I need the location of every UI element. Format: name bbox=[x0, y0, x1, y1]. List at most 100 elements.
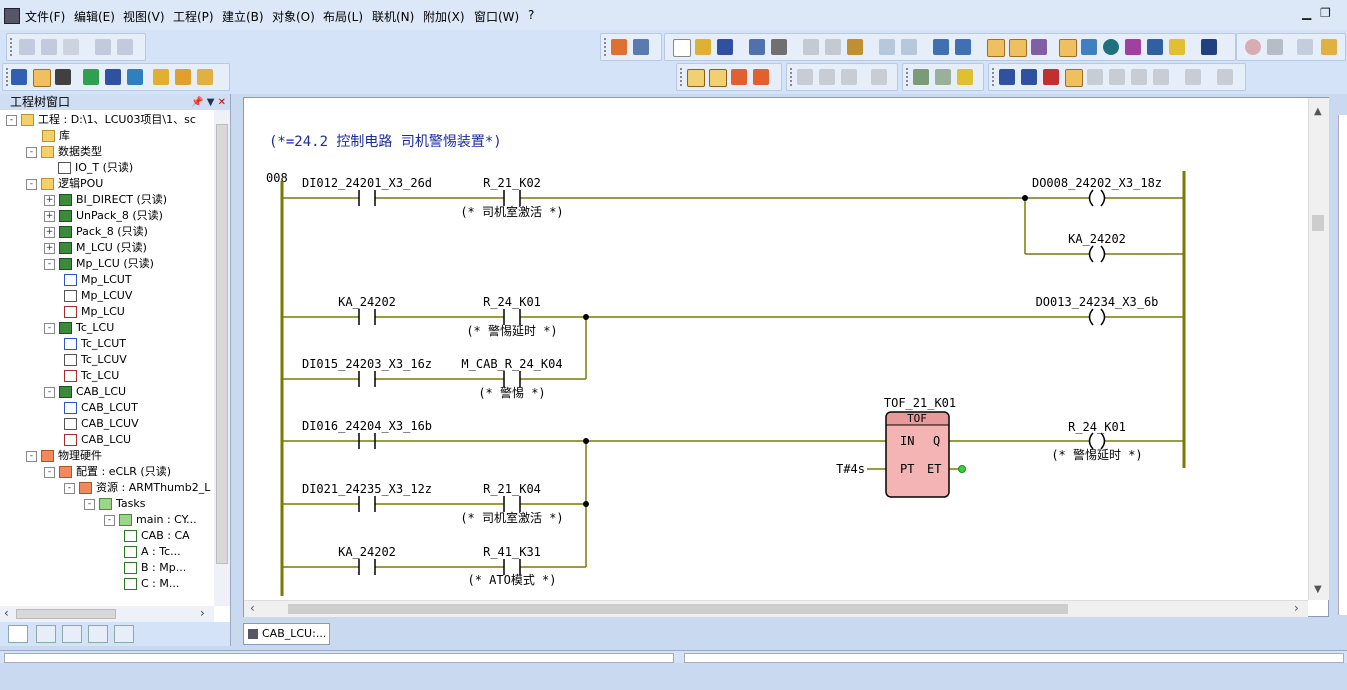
collapse-icon[interactable]: - bbox=[44, 386, 55, 398]
collapse-icon[interactable]: - bbox=[84, 498, 95, 510]
wand-icon[interactable] bbox=[1031, 39, 1047, 55]
jump-icon[interactable] bbox=[935, 69, 951, 85]
tree-item[interactable]: - 逻辑POU bbox=[26, 176, 103, 192]
undo-icon[interactable] bbox=[879, 39, 895, 55]
toolbar-grip[interactable] bbox=[604, 38, 609, 56]
tab-grid-icon[interactable] bbox=[88, 625, 108, 643]
contact-r21-k04[interactable] bbox=[503, 496, 521, 512]
breakpoint-icon[interactable] bbox=[1245, 39, 1261, 55]
expand-icon[interactable]: + bbox=[44, 226, 55, 238]
comment-icon[interactable] bbox=[913, 69, 929, 85]
step-icon[interactable] bbox=[1297, 39, 1313, 55]
coil-do013[interactable] bbox=[1088, 308, 1106, 326]
coil-r24-k01[interactable] bbox=[1088, 432, 1106, 450]
contact-icon[interactable] bbox=[999, 69, 1015, 85]
insert-up-icon[interactable] bbox=[175, 69, 191, 85]
tree-item[interactable]: - 工程 : D:\1、LCU03项目\1、sc bbox=[6, 112, 196, 128]
editor-vertical-scrollbar[interactable]: ▲ ▼ bbox=[1308, 98, 1329, 600]
scroll-left-icon[interactable]: ‹ bbox=[250, 601, 255, 615]
tree-item[interactable]: Tc_LCU bbox=[64, 368, 119, 384]
scroll-thumb[interactable] bbox=[288, 604, 1068, 614]
tree-item[interactable]: - Tasks bbox=[84, 496, 145, 512]
ladder-right-icon[interactable] bbox=[841, 69, 857, 85]
contact-neg-icon[interactable] bbox=[1021, 69, 1037, 85]
collapse-icon[interactable]: - bbox=[44, 322, 55, 334]
fb-et-output-dot[interactable] bbox=[958, 465, 966, 473]
toolbar-grip[interactable] bbox=[906, 68, 911, 86]
tree-item[interactable]: C : M... bbox=[124, 576, 179, 592]
contact-di015[interactable] bbox=[358, 371, 376, 387]
tab-io-icon[interactable] bbox=[114, 625, 134, 643]
app-icon[interactable] bbox=[4, 8, 20, 24]
insert-fb-icon[interactable] bbox=[687, 69, 705, 87]
cut-icon[interactable] bbox=[803, 39, 819, 55]
expand-icon[interactable]: + bbox=[44, 210, 55, 222]
scroll-right-icon[interactable]: › bbox=[200, 606, 205, 620]
ladder-extra-icon[interactable] bbox=[871, 69, 887, 85]
insert-down-icon[interactable] bbox=[197, 69, 213, 85]
tof-function-block[interactable]: TOF_21_K01 TOF IN Q PT ET T#4s bbox=[836, 396, 966, 498]
save-icon[interactable] bbox=[717, 39, 733, 55]
zoom-out-icon[interactable] bbox=[955, 39, 971, 55]
ladder-left-icon[interactable] bbox=[797, 69, 813, 85]
right-side-panel-strip[interactable] bbox=[1338, 115, 1347, 615]
coil-reset-icon[interactable] bbox=[1153, 69, 1169, 85]
contact-toggle-icon[interactable] bbox=[1065, 69, 1083, 87]
tree-item[interactable]: + BI_DIRECT (只读) bbox=[44, 192, 167, 208]
coil-icon[interactable] bbox=[1087, 69, 1103, 85]
toolbar-grip[interactable] bbox=[10, 38, 15, 56]
expand-icon[interactable]: + bbox=[44, 242, 55, 254]
menu-build[interactable]: 建立(B) bbox=[222, 8, 264, 25]
tree-item[interactable]: A : Tc... bbox=[124, 544, 181, 560]
contact-r21-k02[interactable] bbox=[503, 190, 521, 206]
close-icon[interactable]: ✕ bbox=[218, 97, 226, 108]
tree-item[interactable]: Mp_LCUV bbox=[64, 288, 132, 304]
scroll-right-icon[interactable]: › bbox=[1294, 601, 1299, 615]
minimize-icon[interactable]: ▁ bbox=[1302, 6, 1311, 20]
ladder-mid-icon[interactable] bbox=[819, 69, 835, 85]
pointer-icon[interactable] bbox=[33, 69, 51, 87]
tree-item[interactable]: - Mp_LCU (只读) bbox=[44, 256, 154, 272]
tree-item[interactable]: IO_T (只读) bbox=[58, 160, 133, 176]
layout-toggle-icon[interactable] bbox=[987, 39, 1005, 57]
coil-neg-edge-icon[interactable] bbox=[1217, 69, 1233, 85]
window-list-icon[interactable] bbox=[633, 39, 649, 55]
contact-r24-k01[interactable] bbox=[503, 309, 521, 325]
paste-icon[interactable] bbox=[847, 39, 863, 55]
contact-pos-icon[interactable] bbox=[1043, 69, 1059, 85]
tree-item[interactable]: CAB : CA bbox=[124, 528, 190, 544]
scroll-thumb[interactable] bbox=[16, 609, 116, 619]
monitor-icon[interactable] bbox=[1059, 39, 1077, 57]
coil-pos-icon[interactable] bbox=[1185, 69, 1201, 85]
collapse-icon[interactable]: - bbox=[64, 482, 75, 494]
tree-item[interactable]: - 数据类型 bbox=[26, 144, 102, 160]
window-toggle-icon[interactable] bbox=[1009, 39, 1027, 57]
scroll-up-icon[interactable]: ▲ bbox=[1314, 106, 1322, 117]
collapse-icon[interactable]: - bbox=[104, 514, 115, 526]
collapse-icon[interactable]: - bbox=[44, 466, 55, 478]
coil-do008[interactable] bbox=[1088, 189, 1106, 207]
ladder-editor[interactable]: (*=24.2 控制电路 司机警惕装置*) 008 DI012_24201_X3… bbox=[243, 97, 1329, 617]
menu-extras[interactable]: 附加(X) bbox=[423, 8, 465, 25]
tab-library-icon[interactable] bbox=[36, 625, 56, 643]
tree-vertical-scrollbar[interactable] bbox=[214, 110, 230, 606]
window-icon[interactable] bbox=[611, 39, 627, 55]
tree-item[interactable]: B : Mp... bbox=[124, 560, 186, 576]
compile-icon[interactable] bbox=[1081, 39, 1097, 55]
insert-fn-icon[interactable] bbox=[709, 69, 727, 87]
coil-set-icon[interactable] bbox=[1131, 69, 1147, 85]
menu-help[interactable]: ? bbox=[528, 8, 534, 22]
scroll-down-icon[interactable]: ▼ bbox=[1314, 584, 1322, 595]
copy-icon[interactable] bbox=[825, 39, 841, 55]
ladder-diagram[interactable]: (*=24.2 控制电路 司机警惕装置*) 008 DI012_24201_X3… bbox=[244, 98, 1328, 616]
tree-item[interactable]: 库 bbox=[42, 128, 70, 144]
tree-item[interactable]: - main : CY... bbox=[104, 512, 197, 528]
insert-var-icon[interactable] bbox=[731, 69, 747, 85]
tree-horizontal-scrollbar[interactable]: ‹ › bbox=[0, 606, 214, 622]
open-icon[interactable] bbox=[695, 39, 711, 55]
route-icon[interactable] bbox=[105, 69, 121, 85]
tree-item[interactable]: + UnPack_8 (只读) bbox=[44, 208, 163, 224]
collapse-icon[interactable]: - bbox=[6, 114, 17, 126]
tree-item[interactable]: - Tc_LCU bbox=[44, 320, 114, 336]
menu-object[interactable]: 对象(O) bbox=[272, 8, 315, 25]
